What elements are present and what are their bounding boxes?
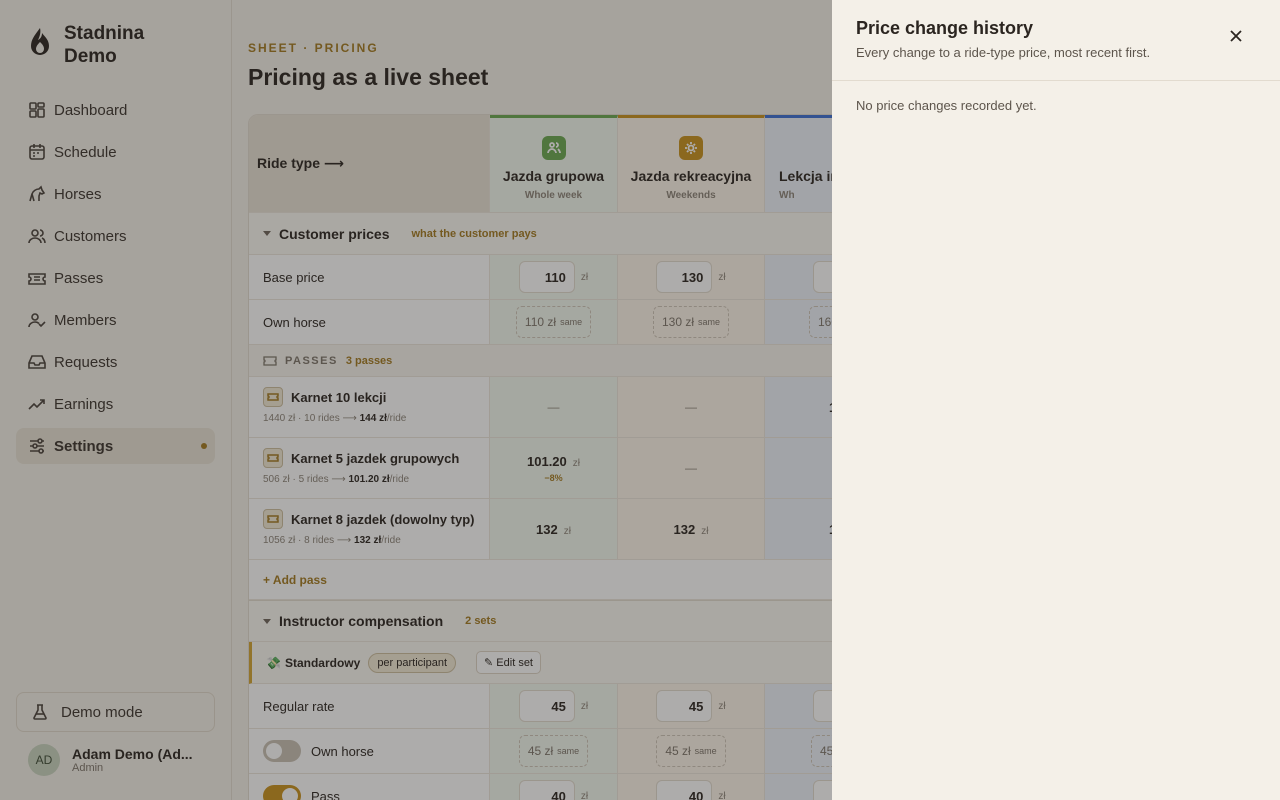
drawer-header: Price change history Every change to a r…	[832, 0, 1280, 81]
price-history-drawer: Price change history Every change to a r…	[832, 0, 1280, 800]
drawer-title: Price change history	[856, 18, 1034, 38]
close-button[interactable]	[1228, 28, 1244, 44]
modal-backdrop[interactable]	[0, 0, 832, 800]
close-icon	[1230, 30, 1242, 42]
drawer-subtitle: Every change to a ride-type price, most …	[856, 45, 1151, 60]
drawer-empty-state: No price changes recorded yet.	[856, 98, 1037, 113]
